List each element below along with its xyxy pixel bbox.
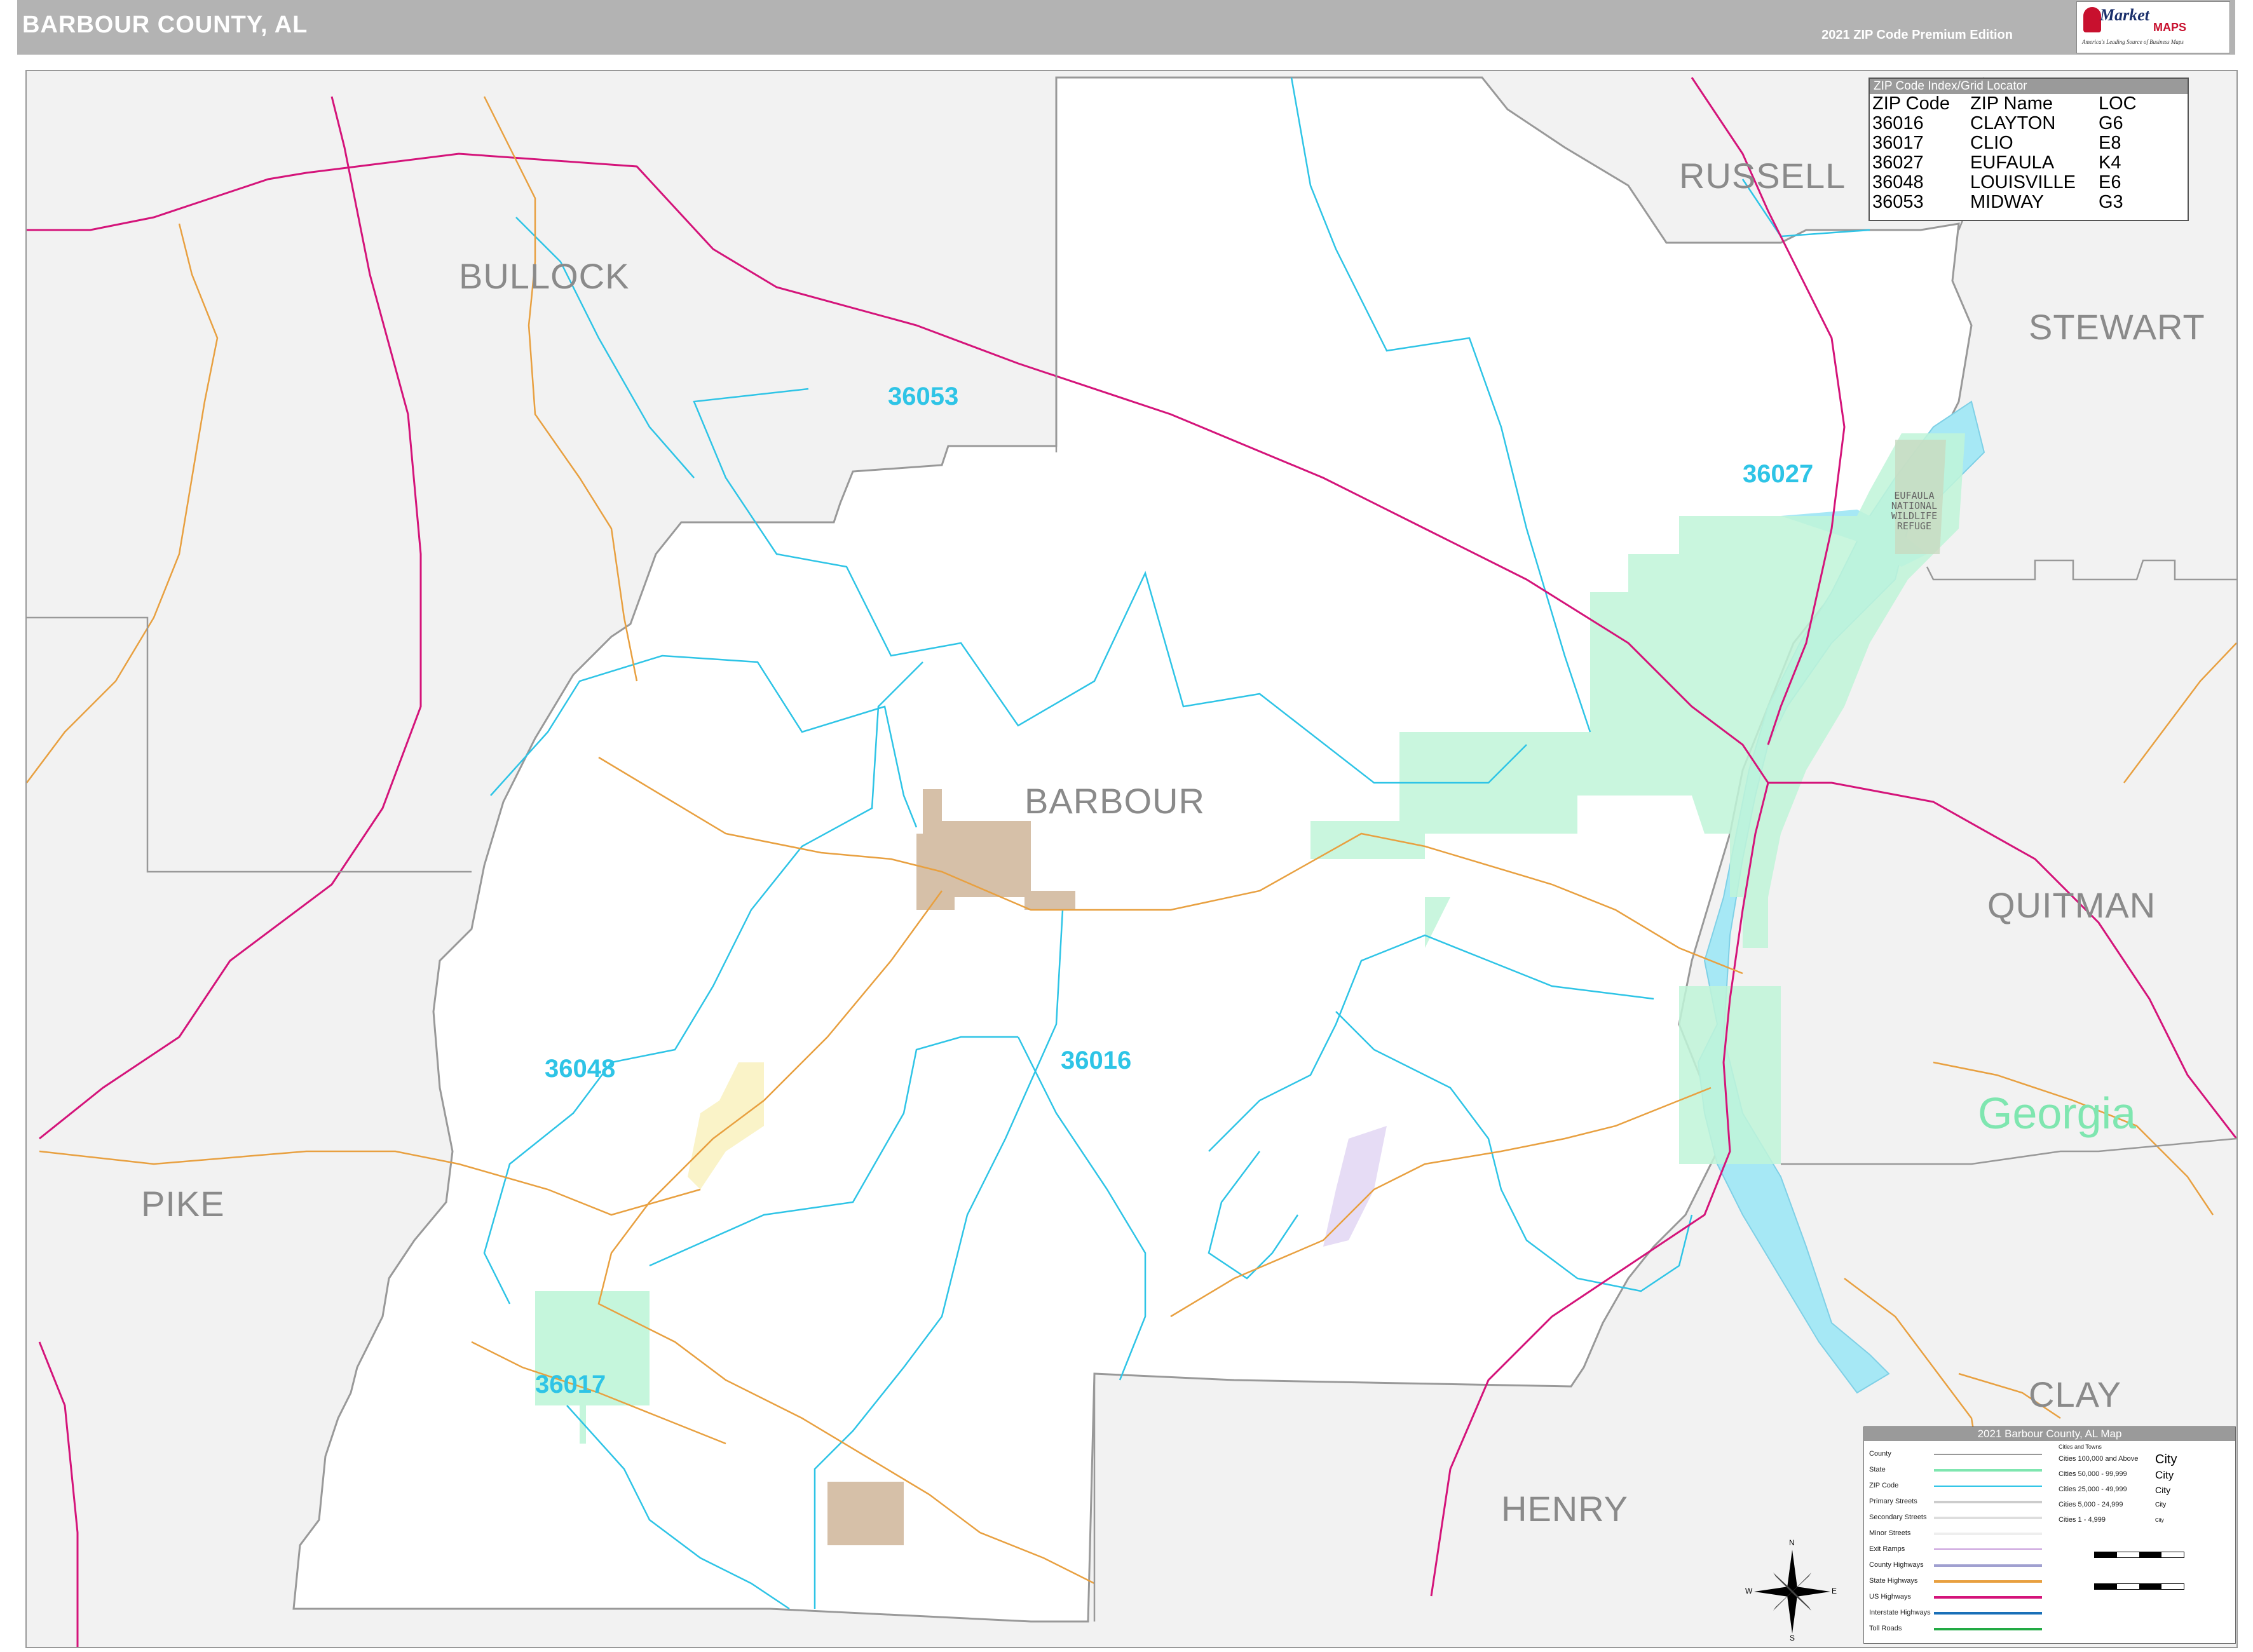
zip-index-name: CLAYTON — [1970, 113, 2056, 133]
legend-swatch-state — [1934, 1469, 2042, 1472]
map-title: BARBOUR COUNTY, AL — [22, 11, 308, 38]
compass-rose: N S W E — [1745, 1538, 1837, 1642]
legend-item: Minor Streets — [1869, 1529, 1911, 1537]
legend-city-tier: Cities 50,000 - 99,999 — [2059, 1470, 2127, 1478]
edition-label: 2021 ZIP Code Premium Edition — [1821, 28, 2013, 42]
refuge-label: EUFAULA NATIONAL WILDLIFE REFUGE — [1891, 490, 1938, 532]
zip-index-header-loc: LOC — [2099, 93, 2137, 114]
zip-index-row: 36016 CLAYTON G6 — [1872, 114, 2141, 133]
zip-index-table: ZIP Code ZIP Name LOC 36016 CLAYTON G6 3… — [1872, 94, 2141, 212]
legend-cities-header: Cities and Towns — [2059, 1444, 2102, 1450]
scale-bar-km — [2094, 1552, 2184, 1558]
county-label-stewart: STEWART — [2029, 307, 2205, 347]
compass-rose-icon — [1754, 1550, 1830, 1634]
zip-index-loc: G3 — [2099, 192, 2123, 212]
legend-swatch-primary — [1934, 1501, 2042, 1503]
legend-city-tier: Cities 5,000 - 24,999 — [2059, 1501, 2123, 1508]
clayton-south-zone — [827, 1482, 904, 1545]
zip-index-zip: 36053 — [1872, 192, 1924, 212]
map-legend: 2021 Barbour County, AL Map County State… — [1863, 1426, 2236, 1644]
zip-label-36017: 36017 — [535, 1371, 606, 1398]
county-label-russell: RUSSELL — [1679, 156, 1846, 196]
zip-index-name: MIDWAY — [1970, 192, 2044, 212]
county-label-henry: HENRY — [1501, 1489, 1629, 1529]
header-bar: BARBOUR COUNTY, AL 2021 ZIP Code Premium… — [17, 0, 2235, 55]
legend-swatch-county — [1934, 1454, 2042, 1455]
legend-item: Exit Ramps — [1869, 1545, 1905, 1553]
zip-index-row: 36053 MIDWAY G3 — [1872, 193, 2141, 212]
legend-city-sample: City — [2155, 1469, 2174, 1481]
legend-city-sample: City — [2155, 1517, 2164, 1523]
logo-maps: MAPS — [2153, 21, 2187, 34]
legend-city-sample: City — [2155, 1501, 2167, 1508]
county-label-bullock: BULLOCK — [459, 256, 630, 296]
legend-item: County — [1869, 1450, 1891, 1458]
state-label-georgia: Georgia — [1978, 1088, 2137, 1138]
legend-swatch-zip — [1934, 1486, 2042, 1487]
zip-index-loc: E6 — [2099, 172, 2121, 193]
zip-index-title: ZIP Code Index/Grid Locator — [1870, 79, 2188, 94]
market-maps-logo: Market MAPS America's Leading Source of … — [2076, 1, 2230, 53]
zip-index-name: LOUISVILLE — [1970, 172, 2076, 193]
legend-item: Primary Streets — [1869, 1498, 1917, 1505]
county-label-barbour: BARBOUR — [1024, 781, 1205, 821]
county-label-pike: PIKE — [141, 1184, 225, 1224]
county-label-quitman: QUITMAN — [1987, 885, 2156, 925]
legend-item: State — [1869, 1466, 1886, 1473]
logo-tagline: America's Leading Source of Business Map… — [2082, 39, 2184, 45]
county-label-clay: CLAY — [2029, 1374, 2122, 1414]
map-graphics — [27, 76, 2236, 1647]
zip-index-zip: 36048 — [1872, 172, 1924, 193]
zip-index-loc: E8 — [2099, 133, 2121, 153]
legend-item: Interstate Highways — [1869, 1609, 1931, 1616]
legend-item: ZIP Code — [1869, 1482, 1899, 1489]
legend-swatch-toll — [1934, 1628, 2042, 1630]
legend-city-tier: Cities 1 - 4,999 — [2059, 1516, 2106, 1524]
legend-item: County Highways — [1869, 1561, 1924, 1569]
zip-index-row: 36027 EUFAULA K4 — [1872, 153, 2141, 173]
legend-city-tier: Cities 100,000 and Above — [2059, 1455, 2139, 1463]
legend-swatch-interstate — [1934, 1612, 2042, 1615]
map-canvas[interactable]: BULLOCK RUSSELL STEWART BARBOUR QUITMAN … — [25, 70, 2238, 1648]
compass-n: N — [1789, 1538, 1795, 1547]
zip-index-loc: K4 — [2099, 152, 2121, 173]
legend-title: 2021 Barbour County, AL Map — [1864, 1427, 2235, 1441]
zip-index-header-row: ZIP Code ZIP Name LOC — [1872, 94, 2141, 114]
logo-mark-icon — [2083, 7, 2101, 32]
zip-index-zip: 36016 — [1872, 113, 1924, 133]
legend-swatch-us-hwy — [1934, 1596, 2042, 1599]
legend-swatch-minor — [1934, 1533, 2042, 1535]
zip-label-36048: 36048 — [545, 1055, 616, 1083]
logo-text: Market — [2100, 6, 2149, 24]
zip-label-36016: 36016 — [1061, 1046, 1132, 1074]
legend-swatch-state-hwy — [1934, 1580, 2042, 1583]
scale-bar-miles — [2094, 1583, 2184, 1590]
legend-swatch-county-hwy — [1934, 1564, 2042, 1567]
compass-e: E — [1832, 1587, 1837, 1595]
legend-swatch-exit — [1934, 1548, 2042, 1550]
legend-city-sample: City — [2155, 1452, 2177, 1466]
legend-item: State Highways — [1869, 1577, 1918, 1585]
compass-w: W — [1745, 1587, 1753, 1595]
zip-index-header-name: ZIP Name — [1970, 93, 2053, 114]
zip-index-header-zip: ZIP Code — [1872, 93, 1950, 114]
zip-index-zip: 36017 — [1872, 133, 1924, 153]
legend-item: Secondary Streets — [1869, 1513, 1927, 1521]
legend-city-tier: Cities 25,000 - 49,999 — [2059, 1486, 2127, 1493]
zip-index-name: CLIO — [1970, 133, 2013, 153]
legend-item: Toll Roads — [1869, 1625, 1902, 1632]
zip-index-loc: G6 — [2099, 113, 2123, 133]
legend-swatch-secondary — [1934, 1517, 2042, 1519]
zip-index-name: EUFAULA — [1970, 152, 2055, 173]
zip-label-36027: 36027 — [1743, 460, 1814, 488]
zip-label-36053: 36053 — [888, 383, 959, 410]
legend-city-sample: City — [2155, 1485, 2171, 1495]
compass-s: S — [1790, 1634, 1795, 1642]
zip-code-index-panel: ZIP Code Index/Grid Locator ZIP Code ZIP… — [1868, 78, 2189, 221]
zip-index-zip: 36027 — [1872, 152, 1924, 173]
eufaula-south-zone — [1679, 986, 1781, 1164]
zip-index-row: 36017 CLIO E8 — [1872, 133, 2141, 153]
legend-item: US Highways — [1869, 1593, 1912, 1601]
zip-index-row: 36048 LOUISVILLE E6 — [1872, 173, 2141, 193]
